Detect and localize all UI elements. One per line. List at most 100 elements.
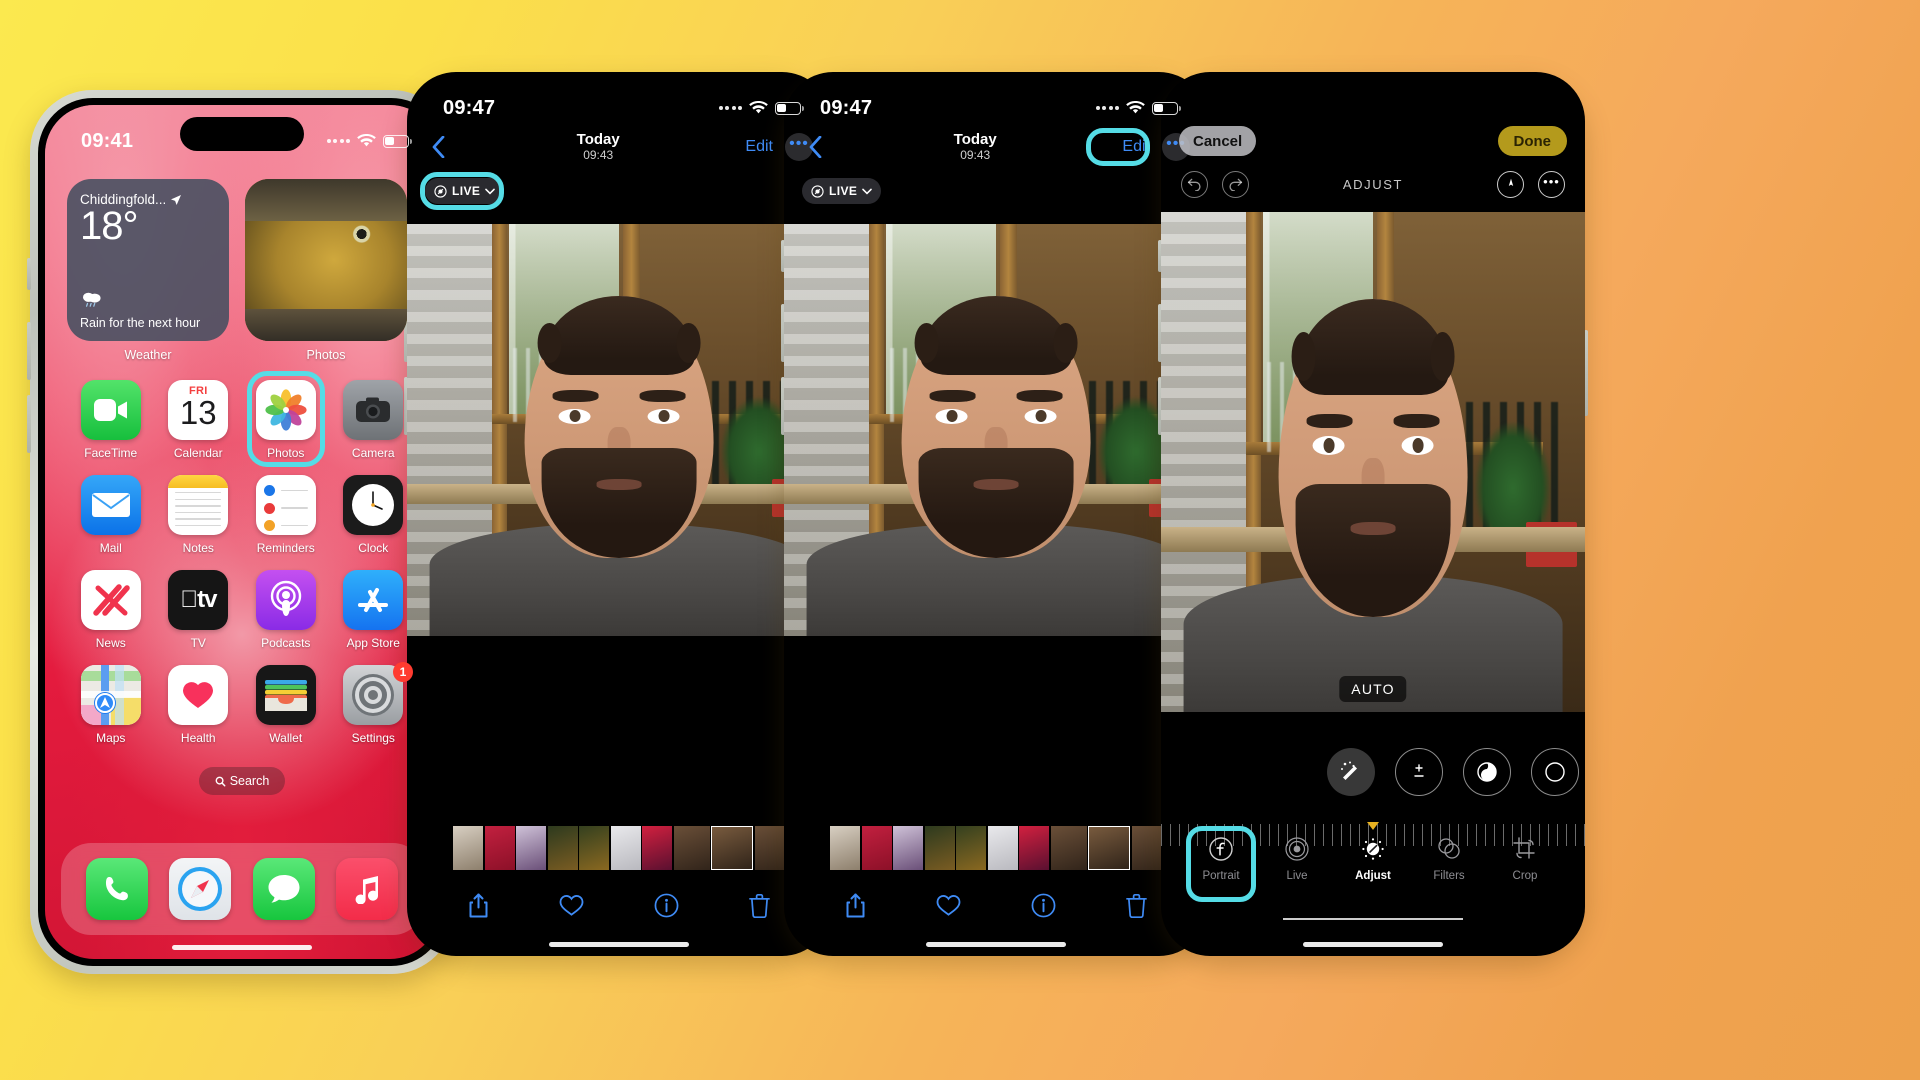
app-reminders[interactable]: Reminders bbox=[242, 475, 330, 555]
tutorial-stage: 09:41 Chiddingfold... 18° Rain for the n… bbox=[0, 0, 1920, 1080]
photo-toolbar bbox=[784, 884, 1208, 932]
portrait-f-icon bbox=[1206, 834, 1236, 864]
editor-top-bar: Cancel Done bbox=[1161, 120, 1585, 162]
app-notes[interactable]: Notes bbox=[155, 475, 243, 555]
battery-icon bbox=[383, 134, 412, 148]
tab-filters[interactable]: Filters bbox=[1420, 834, 1478, 882]
live-chip-label: LIVE bbox=[829, 184, 858, 198]
photos-widget-wrap: Photos bbox=[245, 179, 407, 362]
dynamic-island bbox=[934, 84, 1058, 118]
weather-temperature: 18° bbox=[80, 204, 139, 248]
photo-title-block: Today 09:43 bbox=[828, 131, 1122, 163]
info-circle-icon[interactable] bbox=[654, 893, 679, 923]
live-photo-chip[interactable]: LIVE bbox=[425, 178, 505, 204]
tab-label: Live bbox=[1286, 870, 1308, 882]
chevron-down-icon bbox=[862, 188, 873, 195]
weather-widget-label: Weather bbox=[124, 348, 172, 362]
app-label: FaceTime bbox=[84, 446, 138, 460]
photo-filmstrip[interactable] bbox=[784, 826, 1208, 870]
edit-button[interactable]: Edit bbox=[1122, 138, 1150, 156]
reminders-icon bbox=[255, 475, 316, 535]
photos-widget-label: Photos bbox=[306, 348, 346, 362]
markup-pen-icon[interactable] bbox=[1497, 170, 1524, 198]
trash-icon[interactable] bbox=[1126, 893, 1147, 923]
wifi-icon bbox=[1126, 101, 1145, 115]
home-content: Chiddingfold... 18° Rain for the next ho… bbox=[45, 105, 439, 959]
editor-photo[interactable]: AUTO bbox=[1161, 212, 1585, 712]
edit-button[interactable]: Edit bbox=[745, 138, 773, 156]
app-label: Podcasts bbox=[261, 636, 311, 650]
photos-widget[interactable] bbox=[245, 179, 407, 341]
heart-icon[interactable] bbox=[559, 894, 584, 922]
share-icon[interactable] bbox=[845, 893, 866, 924]
widget-row: Chiddingfold... 18° Rain for the next ho… bbox=[67, 179, 417, 362]
status-indicators bbox=[1095, 101, 1181, 115]
highlights-icon[interactable] bbox=[1531, 748, 1579, 796]
home-screen: 09:41 Chiddingfold... 18° Rain for the n… bbox=[45, 105, 439, 959]
exposure-icon[interactable] bbox=[1395, 748, 1443, 796]
cellular-dots-icon bbox=[326, 139, 350, 143]
app-camera[interactable]: Camera bbox=[330, 380, 418, 460]
app-maps[interactable]: Maps bbox=[67, 665, 155, 745]
live-photo-chip[interactable]: LIVE bbox=[802, 178, 882, 204]
share-icon[interactable] bbox=[468, 893, 489, 924]
battery-icon bbox=[1152, 101, 1181, 115]
tab-portrait[interactable]: Portrait bbox=[1186, 826, 1256, 902]
photo-filmstrip[interactable] bbox=[407, 826, 831, 870]
photo-nav-bar: Today 09:43 Edit ••• bbox=[784, 124, 1208, 170]
weather-widget[interactable]: Chiddingfold... 18° Rain for the next ho… bbox=[67, 179, 229, 341]
app-photos[interactable]: Photos bbox=[242, 371, 330, 467]
app-label: Health bbox=[180, 731, 216, 745]
app-tv[interactable]: tv TV bbox=[155, 570, 243, 650]
wallet-icon bbox=[255, 665, 316, 725]
app-health[interactable]: Health bbox=[155, 665, 243, 745]
app-mail[interactable]: Mail bbox=[67, 475, 155, 555]
editor-dial-row bbox=[1161, 736, 1585, 808]
tab-crop[interactable]: Crop bbox=[1496, 834, 1554, 882]
wifi-icon bbox=[357, 134, 376, 148]
photo-image[interactable] bbox=[784, 224, 1208, 636]
photo-viewer-screen: 09:47 Today 09:43 Edit ••• LIVE bbox=[784, 72, 1208, 956]
chevron-left-icon[interactable] bbox=[802, 134, 828, 160]
app-facetime[interactable]: FaceTime bbox=[67, 380, 155, 460]
app-calendar[interactable]: FRI 13 Calendar bbox=[155, 380, 243, 460]
search-label: Search bbox=[229, 774, 270, 788]
phone-bezel: Cancel Done ADJUST ••• AUTO Portrait Liv… bbox=[1161, 72, 1585, 956]
app-store-icon bbox=[343, 570, 404, 630]
tab-live[interactable]: Live bbox=[1268, 834, 1326, 882]
cancel-button[interactable]: Cancel bbox=[1179, 126, 1257, 156]
filmstrip-thumb-selected bbox=[711, 826, 754, 870]
photo-subtitle: 09:43 bbox=[960, 148, 991, 163]
app-settings[interactable]: 1 Settings bbox=[330, 662, 418, 745]
reminder-row bbox=[263, 520, 308, 531]
app-label: Maps bbox=[96, 731, 126, 745]
tab-adjust[interactable]: Adjust bbox=[1344, 822, 1402, 882]
tab-label: Crop bbox=[1512, 870, 1538, 882]
trash-icon[interactable] bbox=[749, 893, 770, 923]
app-label: Notes bbox=[182, 541, 214, 555]
search-pill[interactable]: Search bbox=[199, 767, 285, 795]
brilliance-icon[interactable] bbox=[1463, 748, 1511, 796]
app-label: Mail bbox=[99, 541, 122, 555]
reminder-row bbox=[263, 485, 308, 496]
app-clock[interactable]: Clock bbox=[330, 475, 418, 555]
magic-wand-icon[interactable] bbox=[1327, 748, 1375, 796]
phone-photo-editor: Cancel Done ADJUST ••• AUTO Portrait Liv… bbox=[1158, 72, 1588, 956]
volume-up-button bbox=[27, 322, 31, 380]
editor-scroll-indicator bbox=[1283, 918, 1463, 920]
ellipsis-circle-icon[interactable]: ••• bbox=[1538, 170, 1565, 198]
done-button[interactable]: Done bbox=[1497, 126, 1567, 156]
app-wallet[interactable]: Wallet bbox=[242, 665, 330, 745]
heart-icon[interactable] bbox=[936, 894, 961, 922]
filmstrip-thumb bbox=[754, 826, 785, 870]
photo-image[interactable] bbox=[407, 224, 831, 636]
home-indicator bbox=[1303, 942, 1443, 947]
wifi-icon bbox=[749, 101, 768, 115]
photo-top-band bbox=[245, 179, 407, 222]
tv-wordmark: tv bbox=[180, 586, 217, 613]
app-news[interactable]: News bbox=[67, 570, 155, 650]
info-circle-icon[interactable] bbox=[1031, 893, 1056, 923]
filmstrip-thumb bbox=[924, 826, 955, 870]
app-app-store[interactable]: App Store bbox=[330, 570, 418, 650]
app-podcasts[interactable]: Podcasts bbox=[242, 570, 330, 650]
